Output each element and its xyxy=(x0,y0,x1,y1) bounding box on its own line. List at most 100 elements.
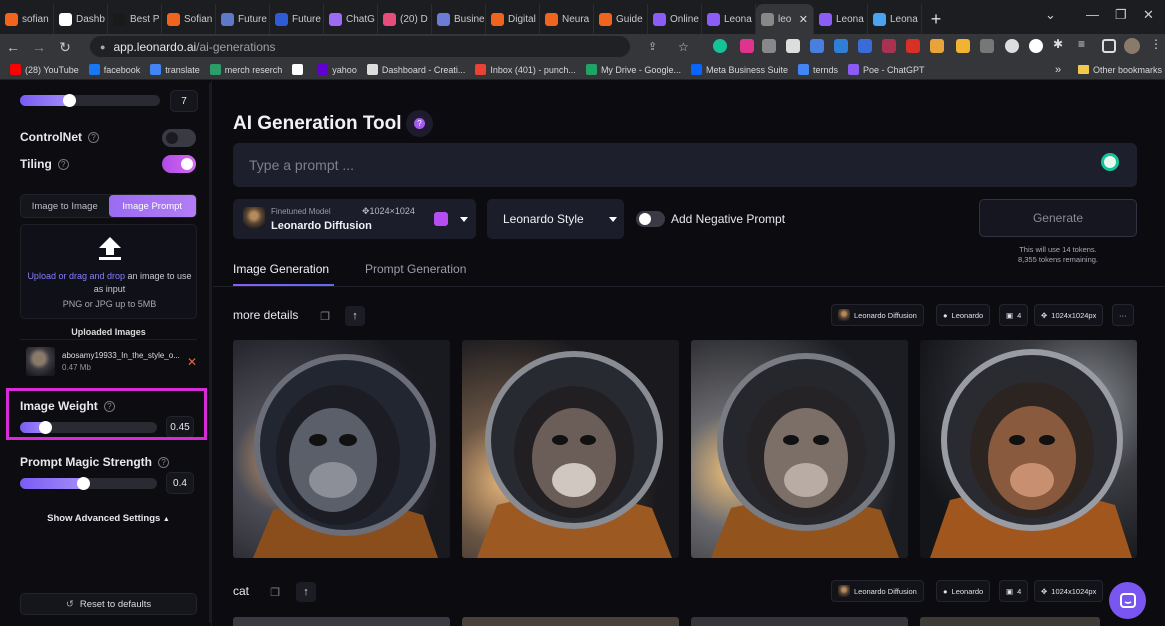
slider-thumb[interactable] xyxy=(63,94,76,107)
profile-avatar[interactable] xyxy=(1124,38,1140,54)
reload-icon[interactable]: ↻ xyxy=(52,39,78,56)
browser-tab[interactable]: Leona xyxy=(702,4,756,34)
image-prompt-tab[interactable]: Image Prompt xyxy=(108,195,196,217)
generate-button[interactable]: Generate xyxy=(979,199,1137,237)
sidebar-scrollbar[interactable] xyxy=(209,83,212,623)
minimize-icon[interactable]: — xyxy=(1086,7,1099,22)
help-icon[interactable]: ? xyxy=(57,159,69,171)
reset-to-defaults-button[interactable]: ↺ Reset to defaults xyxy=(20,593,197,615)
prompt-magic-strength-slider[interactable] xyxy=(20,477,157,490)
more-options-button[interactable]: ··· xyxy=(1112,304,1134,326)
style-dropdown[interactable]: Leonardo Style xyxy=(487,199,624,239)
generated-image[interactable] xyxy=(233,617,450,626)
browser-tab[interactable]: Busine xyxy=(432,4,486,34)
bookmark-item[interactable]: My Drive - Google... xyxy=(585,64,681,75)
grammarly-icon[interactable] xyxy=(1101,153,1119,171)
tiling-toggle[interactable] xyxy=(162,155,196,173)
media-control-icon[interactable]: ≡ xyxy=(1078,37,1092,51)
extension-icon[interactable] xyxy=(930,39,944,53)
generated-image[interactable] xyxy=(462,617,679,626)
prompt-input[interactable]: Type a prompt ... xyxy=(233,143,1137,187)
browser-tab[interactable]: ChatG xyxy=(324,4,378,34)
bookmark-item[interactable]: Meta Business Suite xyxy=(690,64,788,75)
tab-image-generation[interactable]: Image Generation xyxy=(233,262,329,276)
browser-tab[interactable]: Neura xyxy=(540,4,594,34)
bookmark-item[interactable] xyxy=(292,64,307,75)
back-icon[interactable]: ← xyxy=(0,39,26,55)
bookmark-item[interactable]: (28) YouTube xyxy=(10,64,79,75)
tab-search-icon[interactable]: ⌄ xyxy=(1045,7,1056,23)
browser-tab[interactable]: Future xyxy=(216,4,270,34)
copy-icon[interactable]: ❐ xyxy=(315,306,335,326)
generated-image[interactable] xyxy=(233,340,450,558)
bookmark-item[interactable]: ternds xyxy=(798,64,838,75)
browser-tab[interactable]: sofian xyxy=(0,4,54,34)
bookmarks-overflow-button[interactable]: » xyxy=(1055,64,1061,76)
forward-icon[interactable]: → xyxy=(26,39,52,55)
browser-tab[interactable]: Best P xyxy=(108,4,162,34)
help-icon[interactable]: ? xyxy=(158,457,170,469)
maximize-icon[interactable]: ❐ xyxy=(1115,7,1127,23)
browser-tab[interactable]: Sofian xyxy=(162,4,216,34)
remove-image-icon[interactable]: ✕ xyxy=(187,355,197,369)
bookmark-item[interactable]: Poe - ChatGPT xyxy=(848,64,925,75)
uploaded-image-item[interactable]: abosamy19933_In_the_style_o... 0.47 Mb ✕ xyxy=(26,347,197,377)
browser-tab[interactable]: Online xyxy=(648,4,702,34)
bookmark-item[interactable]: Dashboard - Creati... xyxy=(366,64,465,75)
close-tab-icon[interactable]: ✕ xyxy=(799,13,808,26)
browser-tab[interactable]: (20) D xyxy=(378,4,432,34)
browser-tab[interactable]: Leona xyxy=(814,4,868,34)
share-icon[interactable]: ⇪ xyxy=(648,40,657,53)
bookmark-item[interactable]: translate xyxy=(150,64,200,75)
url-input[interactable]: ● app.leonardo.ai/ai-generations ⇪ ☆ xyxy=(90,36,689,57)
extension-icon[interactable] xyxy=(762,39,776,53)
browser-tab[interactable]: Future xyxy=(270,4,324,34)
negative-prompt-toggle[interactable] xyxy=(636,211,665,227)
extensions-puzzle-icon[interactable]: ✱ xyxy=(1053,37,1067,51)
generated-image[interactable] xyxy=(920,617,1100,626)
browser-tab[interactable]: leo ✕ xyxy=(756,4,814,34)
generated-image[interactable] xyxy=(462,340,679,558)
image-upload-dropzone[interactable]: Upload or drag and drop an image to use … xyxy=(20,224,197,319)
extension-icon[interactable] xyxy=(834,39,848,53)
extension-icon[interactable] xyxy=(906,39,920,53)
chat-support-button[interactable] xyxy=(1109,582,1146,619)
extension-icon[interactable] xyxy=(956,39,970,53)
model-settings-icon[interactable] xyxy=(434,212,448,226)
copy-icon[interactable]: ❐ xyxy=(265,582,285,602)
extension-icon[interactable] xyxy=(740,39,754,53)
browser-tab[interactable]: Leona xyxy=(868,4,922,34)
extension-icon[interactable] xyxy=(786,39,800,53)
side-panel-icon[interactable] xyxy=(1102,39,1116,53)
number-of-images-value[interactable]: 7 xyxy=(170,90,198,112)
generated-image[interactable] xyxy=(691,340,908,558)
upload-link[interactable]: Upload or drag and drop xyxy=(27,271,125,281)
grammarly-extension-icon[interactable] xyxy=(713,39,727,53)
controlnet-toggle[interactable] xyxy=(162,129,196,147)
browser-tab[interactable]: Digital xyxy=(486,4,540,34)
image-to-image-tab[interactable]: Image to Image xyxy=(21,195,109,217)
tab-prompt-generation[interactable]: Prompt Generation xyxy=(365,262,466,276)
new-tab-button[interactable]: + xyxy=(922,4,950,34)
extension-icon[interactable] xyxy=(1029,39,1043,53)
bookmark-item[interactable]: Inbox (401) - punch... xyxy=(475,64,576,75)
reuse-prompt-icon[interactable]: ↑ xyxy=(345,306,365,326)
help-icon[interactable]: ? xyxy=(88,132,99,144)
extension-icon[interactable] xyxy=(882,39,896,53)
bookmark-item[interactable]: yahoo xyxy=(317,64,357,75)
show-advanced-settings-button[interactable]: Show Advanced Settings ▲ xyxy=(20,513,197,524)
extension-icon[interactable] xyxy=(980,39,994,53)
close-window-icon[interactable]: ✕ xyxy=(1143,7,1154,23)
other-bookmarks-folder[interactable]: Other bookmarks xyxy=(1078,65,1162,75)
menu-kebab-icon[interactable]: ⋮ xyxy=(1150,37,1164,51)
info-badge[interactable]: ? xyxy=(406,110,433,137)
extension-icon[interactable] xyxy=(858,39,872,53)
slider-thumb[interactable] xyxy=(77,477,90,490)
model-selector[interactable]: Finetuned Model ✥1024×1024 Leonardo Diff… xyxy=(233,199,476,239)
extension-icon[interactable] xyxy=(1005,39,1019,53)
bookmark-item[interactable]: facebook xyxy=(88,64,140,75)
number-of-images-slider[interactable] xyxy=(20,94,160,107)
reuse-prompt-icon[interactable]: ↑ xyxy=(296,582,316,602)
bookmark-item[interactable]: merch reserch xyxy=(209,64,282,75)
generated-image[interactable] xyxy=(691,617,908,626)
